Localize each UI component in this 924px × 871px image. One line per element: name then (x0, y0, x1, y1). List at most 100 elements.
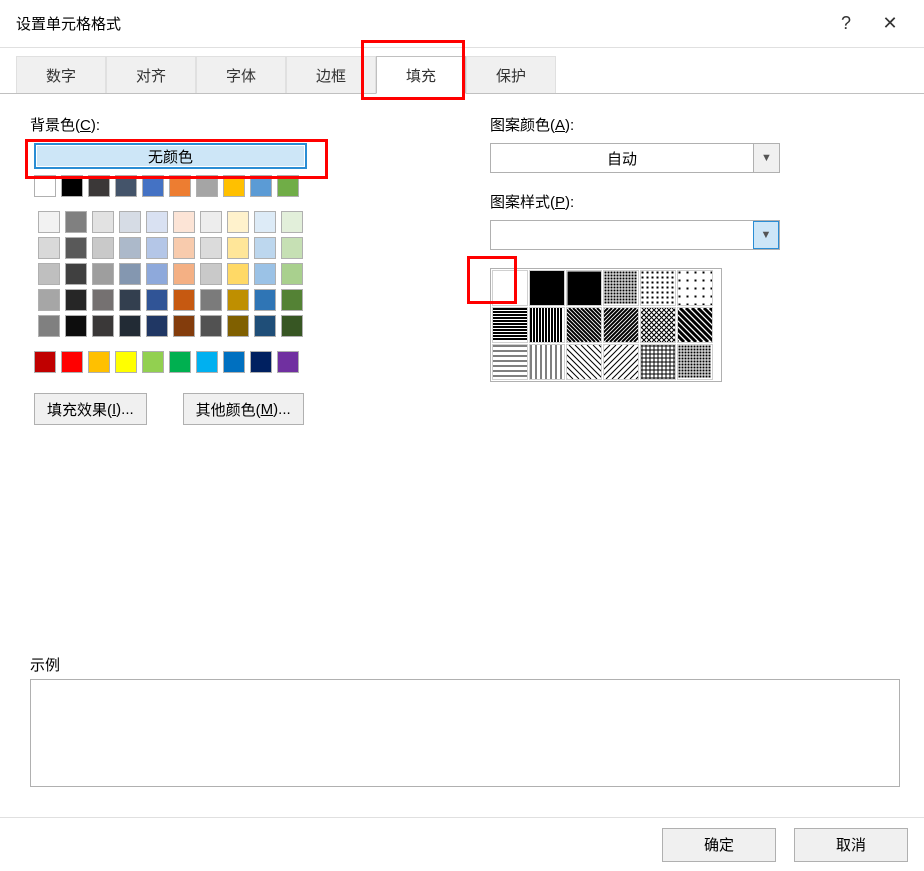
color-swatch[interactable] (119, 289, 141, 311)
color-swatch[interactable] (254, 237, 276, 259)
color-swatch[interactable] (196, 351, 218, 373)
color-swatch[interactable] (281, 289, 303, 311)
color-swatch[interactable] (92, 211, 114, 233)
color-swatch[interactable] (173, 237, 195, 259)
color-swatch[interactable] (146, 237, 168, 259)
chevron-down-icon[interactable]: ▼ (753, 221, 779, 249)
pattern-cell[interactable] (603, 307, 639, 343)
color-swatch[interactable] (146, 263, 168, 285)
pattern-cell[interactable] (640, 307, 676, 343)
color-swatch[interactable] (250, 175, 272, 197)
help-button[interactable]: ? (824, 2, 868, 46)
color-swatch[interactable] (65, 237, 87, 259)
color-swatch[interactable] (65, 315, 87, 337)
close-button[interactable]: ✕ (868, 2, 912, 46)
color-swatch[interactable] (65, 263, 87, 285)
color-swatch[interactable] (281, 263, 303, 285)
chevron-down-icon[interactable]: ▼ (753, 144, 779, 172)
color-swatch[interactable] (227, 211, 249, 233)
color-swatch[interactable] (34, 351, 56, 373)
pattern-cell[interactable] (492, 307, 528, 343)
pattern-cell[interactable] (492, 270, 528, 306)
color-swatch[interactable] (146, 289, 168, 311)
color-swatch[interactable] (92, 237, 114, 259)
color-swatch[interactable] (92, 263, 114, 285)
color-swatch[interactable] (281, 211, 303, 233)
color-swatch[interactable] (254, 315, 276, 337)
color-swatch[interactable] (146, 211, 168, 233)
color-swatch[interactable] (92, 315, 114, 337)
pattern-color-combo[interactable]: 自动 ▼ (490, 143, 780, 173)
color-swatch[interactable] (115, 351, 137, 373)
pattern-cell[interactable] (677, 307, 713, 343)
fill-effects-button[interactable]: 填充效果(I)... (34, 393, 147, 425)
no-color-button[interactable]: 无颜色 (34, 143, 307, 169)
pattern-style-combo[interactable]: ▼ (490, 220, 780, 250)
more-colors-button[interactable]: 其他颜色(M)... (183, 393, 304, 425)
color-swatch[interactable] (92, 289, 114, 311)
tab-number[interactable]: 数字 (16, 56, 106, 94)
color-swatch[interactable] (38, 237, 60, 259)
pattern-cell[interactable] (603, 344, 639, 380)
tab-font[interactable]: 字体 (196, 56, 286, 94)
color-swatch[interactable] (200, 315, 222, 337)
pattern-cell[interactable] (640, 344, 676, 380)
color-swatch[interactable] (142, 175, 164, 197)
color-swatch[interactable] (146, 315, 168, 337)
color-swatch[interactable] (200, 237, 222, 259)
color-swatch[interactable] (227, 289, 249, 311)
color-swatch[interactable] (169, 175, 191, 197)
color-swatch[interactable] (277, 175, 299, 197)
tab-alignment[interactable]: 对齐 (106, 56, 196, 94)
color-swatch[interactable] (227, 237, 249, 259)
pattern-cell[interactable] (566, 344, 602, 380)
color-swatch[interactable] (119, 237, 141, 259)
color-swatch[interactable] (173, 263, 195, 285)
color-swatch[interactable] (250, 351, 272, 373)
color-swatch[interactable] (38, 289, 60, 311)
color-swatch[interactable] (227, 263, 249, 285)
color-swatch[interactable] (223, 175, 245, 197)
pattern-cell[interactable] (529, 307, 565, 343)
color-swatch[interactable] (142, 351, 164, 373)
color-swatch[interactable] (119, 315, 141, 337)
pattern-cell[interactable] (529, 344, 565, 380)
color-swatch[interactable] (38, 211, 60, 233)
color-swatch[interactable] (65, 211, 87, 233)
color-swatch[interactable] (61, 351, 83, 373)
pattern-cell[interactable] (566, 307, 602, 343)
color-swatch[interactable] (277, 351, 299, 373)
color-swatch[interactable] (200, 263, 222, 285)
cancel-button[interactable]: 取消 (794, 828, 908, 862)
color-swatch[interactable] (173, 289, 195, 311)
color-swatch[interactable] (88, 351, 110, 373)
color-swatch[interactable] (200, 289, 222, 311)
color-swatch[interactable] (173, 211, 195, 233)
tab-protection[interactable]: 保护 (466, 56, 556, 94)
pattern-cell[interactable] (640, 270, 676, 306)
color-swatch[interactable] (281, 237, 303, 259)
color-swatch[interactable] (115, 175, 137, 197)
color-swatch[interactable] (61, 175, 83, 197)
color-swatch[interactable] (196, 175, 218, 197)
color-swatch[interactable] (281, 315, 303, 337)
pattern-cell[interactable] (492, 344, 528, 380)
ok-button[interactable]: 确定 (662, 828, 776, 862)
pattern-cell[interactable] (566, 270, 602, 306)
color-swatch[interactable] (200, 211, 222, 233)
color-swatch[interactable] (88, 175, 110, 197)
color-swatch[interactable] (173, 315, 195, 337)
color-swatch[interactable] (119, 263, 141, 285)
tab-fill[interactable]: 填充 (376, 56, 466, 94)
color-swatch[interactable] (254, 263, 276, 285)
color-swatch[interactable] (254, 211, 276, 233)
color-swatch[interactable] (227, 315, 249, 337)
color-swatch[interactable] (119, 211, 141, 233)
pattern-cell[interactable] (529, 270, 565, 306)
color-swatch[interactable] (254, 289, 276, 311)
tab-border[interactable]: 边框 (286, 56, 376, 94)
color-swatch[interactable] (169, 351, 191, 373)
color-swatch[interactable] (223, 351, 245, 373)
color-swatch[interactable] (38, 263, 60, 285)
pattern-cell[interactable] (677, 270, 713, 306)
